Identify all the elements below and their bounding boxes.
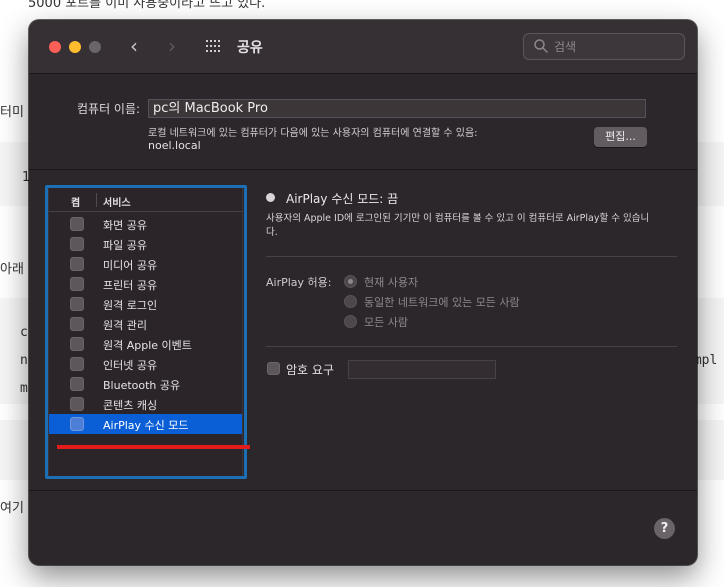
background-fragment: 터미	[0, 105, 24, 120]
minimize-button[interactable]	[69, 41, 81, 53]
service-description: 사용자의 Apple ID에 로그인된 기기만 이 컴퓨터를 볼 수 있고 이 …	[266, 213, 650, 238]
divider	[29, 169, 697, 170]
background-fragment: 아래	[0, 262, 24, 277]
computer-name-label: 컴퓨터 이름:	[77, 102, 141, 116]
annotation-underline	[57, 445, 250, 449]
airplay-allow-label: AirPlay 허용:	[266, 276, 332, 289]
background-fragment: 여기	[0, 501, 24, 516]
radio-label: 동일한 네트워크에 있는 모든 사람	[364, 296, 520, 309]
status-indicator-icon	[266, 193, 275, 202]
radio-label: 모든 사람	[364, 316, 408, 329]
background-code: m	[20, 381, 28, 396]
background-top-line: 5000 포트를 이미 사용중이라고 뜨고 있다.	[28, 0, 266, 11]
divider	[29, 490, 697, 491]
require-password-label: 암호 요구	[286, 363, 334, 377]
titlebar: ‹ › 공유	[29, 20, 697, 74]
close-button[interactable]	[49, 41, 61, 53]
forward-arrow-icon[interactable]: ›	[168, 34, 176, 58]
help-button[interactable]: ?	[654, 518, 675, 539]
status-text: AirPlay 수신 모드: 끔	[286, 192, 399, 206]
annotation-highlight-box	[45, 185, 247, 479]
password-field[interactable]	[348, 360, 496, 379]
require-password-checkbox[interactable]	[267, 362, 280, 375]
computer-name-help: 로컬 네트워크에 있는 컴퓨터가 다음에 있는 사용자의 컴퓨터에 연결할 수 …	[148, 128, 478, 139]
search-icon	[534, 39, 548, 53]
window-title: 공유	[237, 40, 263, 56]
sharing-window: ‹ › 공유 컴퓨터 이름: pc의 MacBook Pro 로컬 네트워크에 …	[29, 20, 697, 565]
divider	[266, 346, 677, 347]
background-code: c	[20, 325, 28, 340]
radio-everyone[interactable]	[344, 315, 357, 328]
radio-current-user[interactable]	[344, 275, 357, 288]
hostname: noel.local	[148, 139, 201, 152]
background-code: n	[20, 353, 28, 368]
radio-same-network[interactable]	[344, 295, 357, 308]
divider	[266, 256, 677, 257]
search-input[interactable]	[554, 37, 674, 57]
computer-name-field[interactable]: pc의 MacBook Pro	[148, 99, 646, 118]
search-field[interactable]	[523, 33, 685, 60]
show-all-grid-icon[interactable]	[206, 40, 222, 54]
edit-button[interactable]: 편집...	[594, 127, 647, 147]
back-arrow-icon[interactable]: ‹	[130, 34, 138, 58]
radio-label: 현재 사용자	[364, 276, 419, 289]
zoom-button[interactable]	[89, 41, 101, 53]
